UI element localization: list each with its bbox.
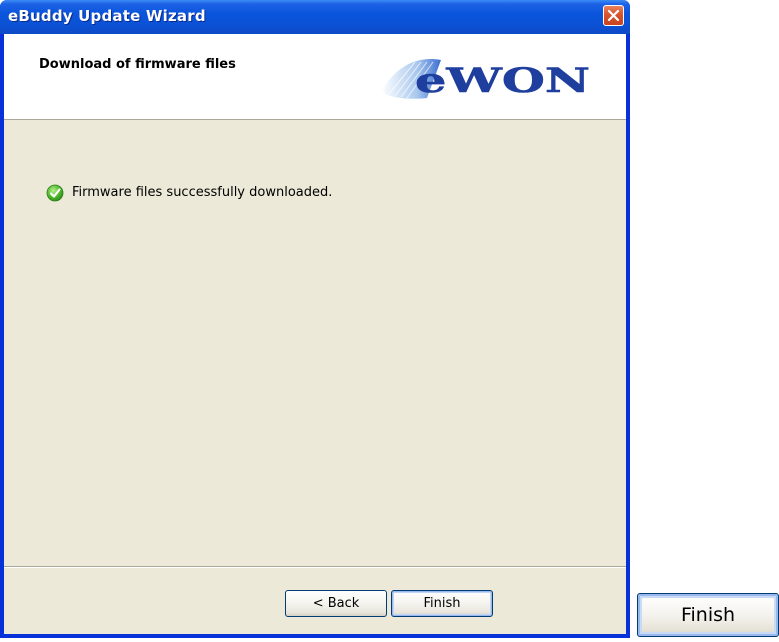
window-title: eBuddy Update Wizard — [8, 7, 206, 25]
title-bar[interactable]: eBuddy Update Wizard — [0, 0, 630, 34]
finish-button-zoom[interactable]: Finish — [637, 593, 779, 637]
logo-text: eWON — [415, 61, 590, 101]
button-area-divider — [4, 566, 626, 568]
ewon-logo: eWON — [381, 59, 590, 101]
wizard-window: eBuddy Update Wizard Download of firmwar… — [0, 0, 630, 638]
close-icon — [607, 9, 620, 22]
wizard-header: Download of firmware files eWON — [4, 34, 626, 120]
back-button[interactable]: < Back — [285, 590, 387, 617]
close-button[interactable] — [603, 5, 624, 26]
wizard-client-area: Download of firmware files eWON Firmware… — [4, 34, 626, 634]
page-title: Download of firmware files — [39, 57, 236, 72]
check-circle-icon — [46, 184, 64, 202]
finish-button[interactable]: Finish — [391, 590, 493, 617]
status-message: Firmware files successfully downloaded. — [72, 185, 333, 200]
